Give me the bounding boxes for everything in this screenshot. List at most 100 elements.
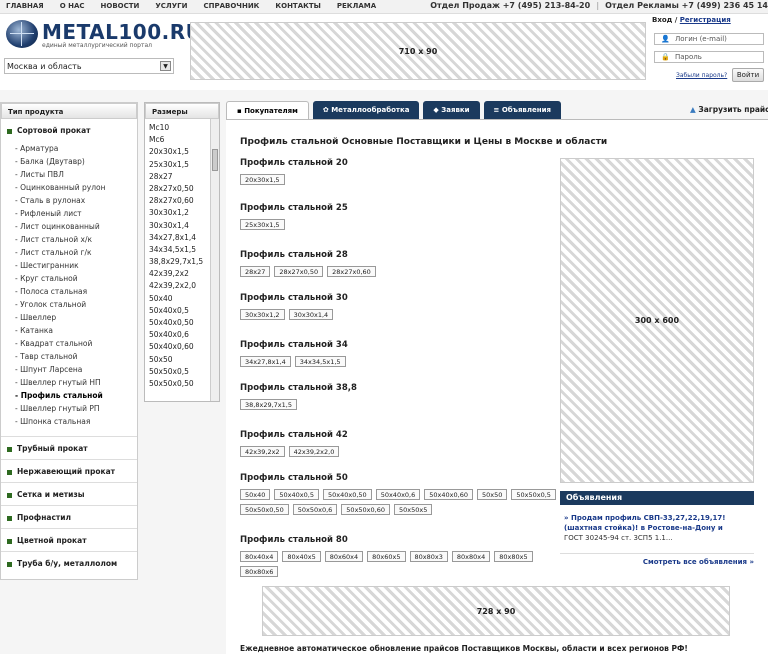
category-item[interactable]: Трубный прокат [1, 436, 137, 459]
size-chip[interactable]: 28x27x0,50 [274, 266, 324, 277]
scrollbar[interactable] [210, 119, 219, 401]
size-chip[interactable]: 34x27,8x1,4 [240, 356, 291, 367]
subcategory-item[interactable]: - Шпонка стальная [1, 415, 137, 428]
size-chip[interactable]: 80x80x4 [451, 551, 491, 562]
register-link[interactable]: Регистрация [680, 16, 731, 24]
subcategory-item[interactable]: - Балка (Двутавр) [1, 155, 137, 168]
size-item[interactable]: Мс10 [149, 122, 215, 134]
size-chip[interactable]: 80x40x5 [282, 551, 321, 562]
subcategory-item[interactable]: - Арматура [1, 142, 137, 155]
group-title[interactable]: Профиль стальной 50 [240, 473, 556, 483]
subcategory-item[interactable]: - Тавр стальной [1, 350, 137, 363]
size-chip[interactable]: 50x50x0,50 [240, 504, 289, 515]
group-title[interactable]: Профиль стальной 42 [240, 430, 556, 440]
ad-item[interactable]: » Продам профиль СВП-33,27,22,19,17! (ша… [560, 505, 754, 543]
chevron-down-icon[interactable]: ▼ [160, 61, 171, 71]
group-title[interactable]: Профиль стальной 34 [240, 340, 556, 350]
size-item[interactable]: 38,8x29,7x1,5 [149, 256, 215, 268]
size-chip[interactable]: 50x40 [240, 489, 271, 500]
size-chip[interactable]: 50x50 [476, 489, 508, 500]
size-chip[interactable]: 50x50x0,5 [511, 489, 556, 500]
category-item[interactable]: Сетка и метизы [1, 482, 137, 505]
category-item[interactable]: Профнастил [1, 505, 137, 528]
top-nav-item[interactable]: СПРАВОЧНИК [203, 2, 259, 10]
subcategory-item[interactable]: - Лист стальной г/к [1, 246, 137, 259]
size-chip[interactable]: 80x80x5 [494, 551, 533, 562]
size-item[interactable]: 25x30x1,5 [149, 159, 215, 171]
size-item[interactable]: 34x34,5x1,5 [149, 244, 215, 256]
tab-2[interactable]: ◆ Заявки [423, 101, 480, 119]
tab-1[interactable]: ✿ Металлообработка [312, 101, 420, 119]
subcategory-item[interactable]: - Квадрат стальной [1, 337, 137, 350]
size-chip[interactable]: 50x40x0,60 [424, 489, 473, 500]
category-item[interactable]: Труба б/у, металлолом [1, 551, 137, 574]
forgot-password-link[interactable]: Забыли пароль? [676, 72, 727, 79]
password-field[interactable]: 🔒 Пароль [654, 51, 764, 63]
size-item[interactable]: 30x30x1,4 [149, 220, 215, 232]
size-chip[interactable]: 34x34,5x1,5 [294, 356, 346, 367]
login-button[interactable]: Войти [732, 68, 764, 82]
size-chip[interactable]: 38,8x29,7x1,5 [240, 399, 297, 410]
size-item[interactable]: 42x39,2x2 [149, 268, 215, 280]
size-item[interactable]: 34x27,8x1,4 [149, 232, 215, 244]
subcategory-item[interactable]: - Рифленый лист [1, 207, 137, 220]
category-active[interactable]: Сортовой прокат [1, 119, 137, 142]
size-item[interactable]: 50x40x0,50 [149, 317, 215, 329]
banner-bottom[interactable]: 728 x 90 [262, 586, 730, 636]
group-title[interactable]: Профиль стальной 80 [240, 535, 556, 545]
size-item[interactable]: 30x30x1,2 [149, 207, 215, 219]
subcategory-item[interactable]: - Оцинкованный рулон [1, 181, 137, 194]
top-nav-item[interactable]: ГЛАВНАЯ [6, 2, 44, 10]
category-item[interactable]: Цветной прокат [1, 528, 137, 551]
size-chip[interactable]: 80x60x5 [367, 551, 406, 562]
tab-0[interactable]: ▪ Покупателям [226, 101, 309, 119]
size-chip[interactable]: 25x30x1,5 [240, 219, 285, 230]
size-chip[interactable]: 30x30x1,4 [288, 309, 334, 320]
size-chip[interactable]: 80x40x4 [240, 551, 279, 562]
size-chip[interactable]: 42x39,2x2,0 [288, 446, 340, 457]
subcategory-item[interactable]: - Катанка [1, 324, 137, 337]
size-chip[interactable]: 50x40x0,50 [322, 489, 372, 500]
size-item[interactable]: 28x27x0,60 [149, 195, 215, 207]
size-chip[interactable]: 80x80x3 [409, 551, 448, 562]
size-item[interactable]: 20x30x1,5 [149, 146, 215, 158]
top-nav-item[interactable]: УСЛУГИ [155, 2, 187, 10]
subcategory-item[interactable]: - Лист оцинкованный [1, 220, 137, 233]
banner-top[interactable]: 710 x 90 [190, 22, 646, 80]
size-item[interactable]: 50x40x0,60 [149, 341, 215, 353]
site-logo[interactable]: METAL100.RU единый металлургический порт… [6, 20, 202, 50]
size-item[interactable]: 50x40x0,6 [149, 329, 215, 341]
subcategory-item[interactable]: - Круг стальной [1, 272, 137, 285]
size-chip[interactable]: 80x80x6 [240, 566, 279, 577]
size-item[interactable]: 50x40 [149, 293, 215, 305]
top-nav-item[interactable]: НОВОСТИ [101, 2, 140, 10]
category-item[interactable]: Нержавеющий прокат [1, 459, 137, 482]
tab-3[interactable]: ≡ Объявления [483, 101, 561, 119]
size-chip[interactable]: 80x60x4 [324, 551, 364, 562]
top-nav-item[interactable]: РЕКЛАМА [337, 2, 376, 10]
scrollbar-thumb[interactable] [212, 149, 218, 171]
region-select[interactable]: Москва и область ▼ [4, 58, 174, 74]
size-chip[interactable]: 50x50x5 [394, 504, 433, 515]
subcategory-item[interactable]: - Швеллер гнутый НП [1, 376, 137, 389]
subcategory-item[interactable]: - Листы ПВЛ [1, 168, 137, 181]
size-item[interactable]: 28x27x0,50 [149, 183, 215, 195]
size-item[interactable]: 50x50x0,5 [149, 366, 215, 378]
size-chip[interactable]: 42x39,2x2 [240, 446, 285, 457]
subcategory-item[interactable]: - Швеллер гнутый РП [1, 402, 137, 415]
login-field[interactable]: 👤 Логин (e-mail) [654, 33, 764, 45]
size-chip[interactable]: 50x40x0,5 [274, 489, 319, 500]
size-chip[interactable]: 50x50x0,6 [292, 504, 338, 515]
top-nav-item[interactable]: КОНТАКТЫ [275, 2, 320, 10]
size-chip[interactable]: 50x40x0,6 [375, 489, 421, 500]
size-item[interactable]: 50x40x0,5 [149, 305, 215, 317]
size-item[interactable]: Мс6 [149, 134, 215, 146]
subcategory-item[interactable]: - Швеллер [1, 311, 137, 324]
top-nav-item[interactable]: О НАС [60, 2, 85, 10]
size-item[interactable]: 42x39,2x2,0 [149, 280, 215, 292]
subcategory-item[interactable]: - Лист стальной х/к [1, 233, 137, 246]
size-chip[interactable]: 30x30x1,2 [240, 309, 285, 320]
group-title[interactable]: Профиль стальной 25 [240, 203, 556, 213]
all-ads-link[interactable]: Смотреть все объявления » [560, 553, 754, 566]
size-item[interactable]: 50x50 [149, 354, 215, 366]
